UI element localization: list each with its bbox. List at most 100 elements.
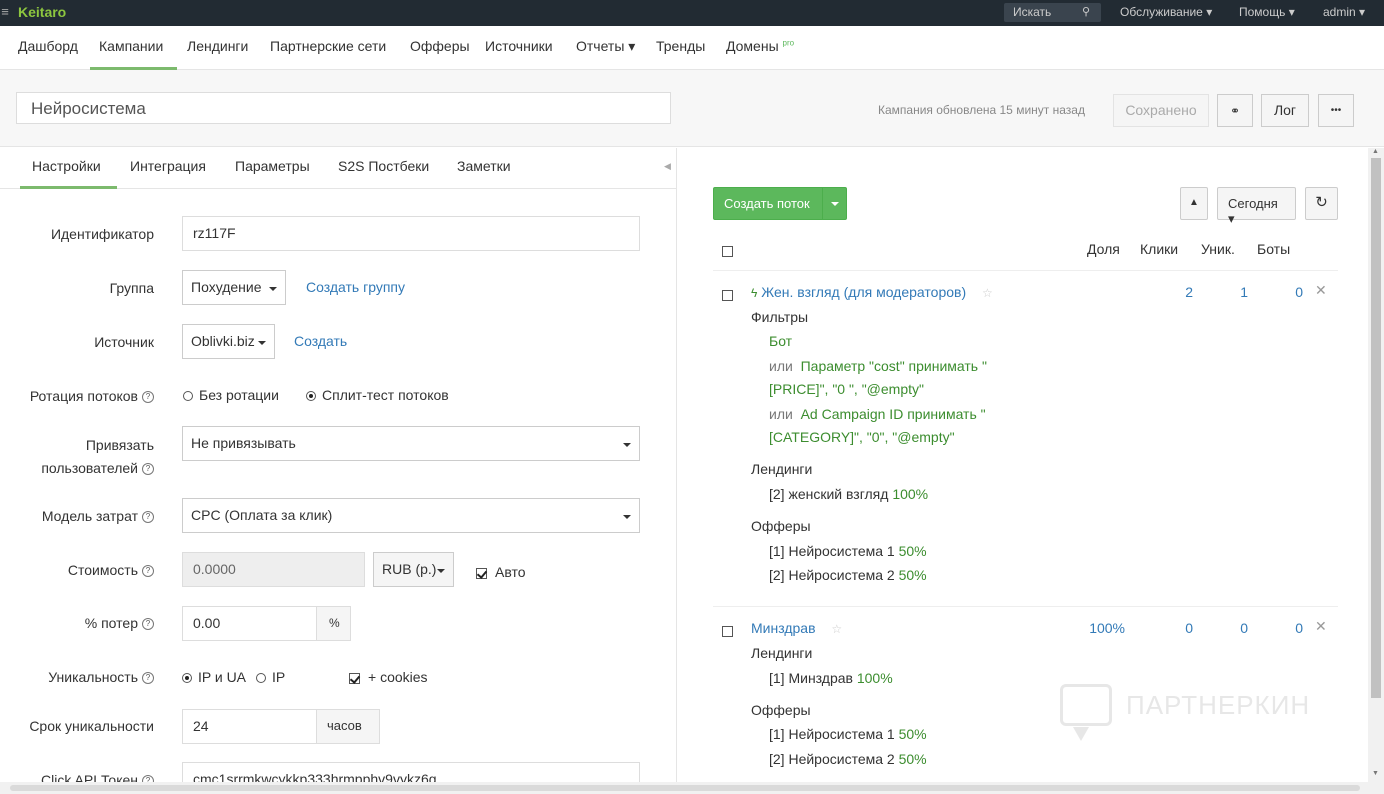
- scroll-down-icon[interactable]: ▼: [1372, 770, 1379, 777]
- link-button[interactable]: ⚭: [1217, 94, 1253, 127]
- uniq-period-input[interactable]: 24: [182, 709, 317, 744]
- menu-icon[interactable]: ≡: [0, 4, 10, 19]
- checkbox-checked-icon: [476, 567, 487, 579]
- nav-sources[interactable]: Источники: [485, 38, 553, 54]
- campaign-name-input[interactable]: Нейросистема: [16, 92, 671, 124]
- flow-uniques[interactable]: 0: [1208, 620, 1248, 636]
- horizontal-scrollbar[interactable]: [0, 782, 1384, 794]
- collapse-up-button[interactable]: ▲: [1180, 187, 1208, 220]
- loss-input[interactable]: 0.00: [182, 606, 317, 641]
- scroll-up-icon[interactable]: ▲: [1372, 148, 1379, 155]
- scroll-thumb[interactable]: [1371, 158, 1381, 698]
- flow-title: ϟ Жен. взгляд (для модераторов) ☆: [751, 284, 993, 300]
- bind-users-select[interactable]: Не привязывать: [182, 426, 640, 461]
- caret-down-icon: [623, 515, 631, 519]
- filter-item: или Ad Campaign ID принимать ": [769, 406, 986, 422]
- watermark-logo-icon: [1060, 684, 1112, 741]
- help-icon[interactable]: ?: [142, 511, 154, 524]
- nav-trends[interactable]: Тренды: [656, 38, 705, 54]
- help-icon[interactable]: ?: [142, 565, 154, 578]
- refresh-button[interactable]: ↻: [1305, 187, 1338, 220]
- create-flow-label: Создать поток: [724, 196, 810, 211]
- caret-down-icon: [269, 287, 277, 291]
- create-flow-button[interactable]: Создать поток: [713, 187, 847, 220]
- search-box[interactable]: Искать ⚲: [1004, 3, 1101, 22]
- star-icon[interactable]: ☆: [982, 286, 993, 300]
- filters-title: Фильтры: [751, 309, 809, 325]
- flow-bots[interactable]: 0: [1263, 620, 1303, 636]
- nav-campaigns[interactable]: Кампании: [99, 38, 163, 54]
- auto-checkbox[interactable]: Авто: [476, 564, 526, 580]
- flow-share[interactable]: 100%: [1085, 620, 1125, 636]
- source-select[interactable]: Oblivki.biz: [182, 324, 275, 359]
- delete-flow-icon[interactable]: ✕: [1315, 282, 1327, 299]
- watermark-text: ПАРТНЕРКИН: [1126, 690, 1311, 720]
- caret-down-icon[interactable]: [831, 202, 839, 206]
- create-source-link[interactable]: Создать: [294, 333, 347, 349]
- currency-select[interactable]: RUB (р.): [373, 552, 454, 587]
- tab-parameters[interactable]: Параметры: [235, 158, 310, 174]
- cost-model-label: Модель затрат?: [0, 506, 154, 526]
- user-menu[interactable]: admin ▾: [1323, 5, 1365, 19]
- source-value: Oblivki.biz: [191, 333, 255, 349]
- offer-item: [2] Нейросистема 2 50%: [769, 751, 927, 767]
- nav-landings[interactable]: Лендинги: [187, 38, 248, 54]
- delete-flow-icon[interactable]: ✕: [1315, 618, 1327, 635]
- help-icon[interactable]: ?: [142, 618, 154, 631]
- help-icon[interactable]: ?: [142, 672, 154, 685]
- flow-name-link[interactable]: Минздрав: [751, 620, 816, 636]
- collapse-icon[interactable]: ◀: [664, 161, 671, 172]
- nav-dashboard[interactable]: Дашборд: [18, 38, 78, 54]
- flow-uniques[interactable]: 1: [1208, 284, 1248, 300]
- flow-checkbox[interactable]: [722, 622, 741, 638]
- radio-checked-icon: [306, 391, 316, 402]
- nav-affiliate-networks[interactable]: Партнерские сети: [270, 38, 386, 54]
- checkbox-icon: [722, 625, 733, 637]
- create-group-link[interactable]: Создать группу: [306, 279, 405, 295]
- period-select[interactable]: Сегодня ▾: [1217, 187, 1296, 226]
- save-button[interactable]: Сохранено: [1113, 94, 1209, 127]
- flow-bots[interactable]: 0: [1263, 284, 1303, 300]
- flow-clicks[interactable]: 0: [1153, 620, 1193, 636]
- uniq-ip-ua-radio[interactable]: IP и UA: [182, 669, 246, 685]
- uniqueness-label: Уникальность?: [0, 667, 154, 687]
- tab-s2s-postbacks[interactable]: S2S Постбеки: [338, 158, 429, 174]
- rotation-split-radio[interactable]: Сплит-тест потоков: [306, 387, 449, 403]
- flow-clicks[interactable]: 2: [1153, 284, 1193, 300]
- star-icon[interactable]: ☆: [831, 622, 842, 636]
- checkbox-icon: [722, 245, 733, 257]
- vertical-scrollbar[interactable]: ▲ ▼: [1368, 148, 1384, 782]
- rotation-label: Ротация потоков?: [0, 386, 154, 406]
- select-all-checkbox[interactable]: [722, 242, 741, 258]
- scroll-thumb[interactable]: [10, 785, 1360, 791]
- help-icon[interactable]: ?: [142, 463, 154, 476]
- tab-integration[interactable]: Интеграция: [130, 158, 206, 174]
- lightning-icon: ϟ: [751, 286, 758, 300]
- help-icon[interactable]: ?: [142, 391, 154, 404]
- search-input[interactable]: Искать: [1013, 5, 1051, 19]
- flow-checkbox[interactable]: [722, 286, 741, 302]
- more-button[interactable]: •••: [1318, 94, 1354, 127]
- tab-notes[interactable]: Заметки: [457, 158, 511, 174]
- brand-logo[interactable]: Keitaro: [18, 4, 66, 20]
- help-menu[interactable]: Помощь ▾: [1239, 5, 1295, 19]
- link-icon: ⚭: [1229, 104, 1241, 118]
- search-icon[interactable]: ⚲: [1082, 5, 1090, 18]
- flow-name-link[interactable]: Жен. взгляд (для модераторов): [761, 284, 966, 300]
- tab-settings[interactable]: Настройки: [32, 158, 101, 174]
- nav-domains[interactable]: Домены pro: [726, 38, 794, 54]
- cookies-checkbox[interactable]: + cookies: [349, 669, 428, 685]
- group-select[interactable]: Похудение: [182, 270, 286, 305]
- refresh-icon: ↻: [1315, 194, 1328, 211]
- identifier-input[interactable]: rz117F: [182, 216, 640, 251]
- nav-offers[interactable]: Офферы: [410, 38, 470, 54]
- cost-model-select[interactable]: CPC (Оплата за клик): [182, 498, 640, 533]
- rotation-none-radio[interactable]: Без ротации: [183, 387, 279, 403]
- log-button[interactable]: Лог: [1261, 94, 1309, 127]
- cost-input[interactable]: 0.0000: [182, 552, 365, 587]
- radio-icon: [256, 673, 266, 684]
- maintenance-menu[interactable]: Обслуживание ▾: [1120, 5, 1212, 19]
- nav-reports[interactable]: Отчеты ▾: [576, 38, 635, 55]
- filter-item: [PRICE]", "0 ", "@empty": [769, 381, 924, 397]
- uniq-ip-radio[interactable]: IP: [256, 669, 285, 685]
